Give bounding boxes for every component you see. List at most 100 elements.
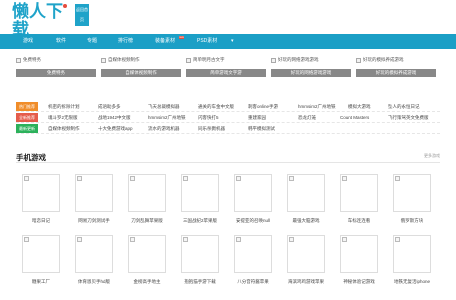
app-thumbnail bbox=[22, 235, 60, 273]
broken-image-icon bbox=[130, 176, 135, 181]
app-name: 俄罗斯方块 bbox=[400, 218, 424, 223]
recommend-row-new: 全新推荐 魂斗罗2无限版 战地1942中文版 hmmsim2广州地铁 闪客快打5… bbox=[16, 112, 440, 123]
nav-item-topics[interactable]: 专题 bbox=[87, 34, 97, 49]
tag-hot: 热门推荐 bbox=[16, 102, 38, 111]
app-thumbnail bbox=[128, 174, 166, 212]
recommend-row-hot: 热门推荐 机密的拆除计划 成语助多多 飞天总裁模拟器 通关的车金中文版 刺客on… bbox=[16, 101, 440, 112]
app-card[interactable]: 糖果工厂 bbox=[22, 235, 60, 285]
header: 懒人下载 WWW.LANRENTAO.COM 返回首页 bbox=[0, 0, 456, 44]
app-name: 体育恩贝手hd版 bbox=[77, 279, 110, 284]
app-thumbnail bbox=[287, 235, 325, 273]
ad-label: 免费特务 bbox=[16, 69, 96, 77]
app-thumbnail bbox=[75, 235, 113, 273]
recommend-link[interactable]: 模拟大游戏 bbox=[348, 101, 371, 112]
broken-image-icon bbox=[236, 176, 241, 181]
broken-image-icon bbox=[101, 57, 106, 63]
recommend-link[interactable]: 韩平模拟测试 bbox=[248, 123, 275, 134]
app-name: 糖果工厂 bbox=[32, 279, 50, 284]
app-name: 海滨鸡鸡游戏苹果 bbox=[288, 279, 324, 284]
recommend-link[interactable]: 飞天总裁模拟器 bbox=[148, 101, 180, 112]
app-card[interactable]: 八分音符酱苹果 bbox=[234, 235, 272, 285]
app-card[interactable]: 海滨鸡鸡游戏苹果 bbox=[287, 235, 325, 285]
broken-image-icon bbox=[395, 237, 400, 242]
recommend-link[interactable]: 十大免费游戏app bbox=[98, 123, 133, 134]
home-badge-button[interactable]: 返回首页 bbox=[75, 4, 89, 26]
app-card[interactable]: 车标连连看 bbox=[340, 174, 378, 224]
app-name: 安提亚的召唤null bbox=[235, 218, 270, 223]
nav-item-games[interactable]: 游戏 bbox=[23, 34, 33, 49]
new-badge: new bbox=[179, 36, 184, 39]
broken-image-icon bbox=[271, 57, 276, 63]
nav-item-materials[interactable]: 装备素材 bbox=[155, 34, 175, 49]
logo-dot-icon bbox=[63, 4, 67, 8]
app-card[interactable]: 金榜高手地主 bbox=[128, 235, 166, 285]
app-name: 车标连连看 bbox=[347, 218, 371, 223]
app-thumbnail bbox=[340, 174, 378, 212]
recommend-link[interactable]: 自媒体视频制作 bbox=[48, 123, 80, 134]
app-thumbnail bbox=[128, 235, 166, 273]
nav-item-rankings[interactable]: 排行榜 bbox=[118, 34, 133, 49]
recommend-link[interactable]: 闪客快打5 bbox=[198, 112, 219, 123]
broken-image-icon bbox=[24, 176, 29, 181]
ad-label: 好玩的模拟养成游戏 bbox=[356, 69, 436, 77]
recommend-link[interactable]: 流水的游戏机器 bbox=[148, 123, 180, 134]
recommend-link[interactable]: hmmsim2广州地铁 bbox=[148, 112, 186, 123]
ad-banner[interactable]: 自媒体视频制作 自媒体视频制作 bbox=[101, 57, 181, 81]
ad-label: 好玩的网络游戏游戏 bbox=[271, 69, 351, 77]
recommend-link[interactable]: 成语助多多 bbox=[98, 101, 121, 112]
broken-image-icon bbox=[24, 237, 29, 242]
broken-image-icon bbox=[356, 57, 361, 63]
nav-item-software[interactable]: 软件 bbox=[56, 34, 66, 49]
broken-image-icon bbox=[342, 176, 347, 181]
recommend-link[interactable]: hmmsim2广州地铁 bbox=[298, 101, 336, 112]
recommend-link[interactable]: Count Masters bbox=[340, 112, 369, 123]
nav-more-caret-icon[interactable]: ▾ bbox=[231, 34, 234, 49]
app-card[interactable]: 神秘体验记游戏 bbox=[340, 235, 378, 285]
ad-banner[interactable]: 简单明月古文字 简单游戏文字游 bbox=[186, 57, 266, 81]
recommend-list: 热门推荐 机密的拆除计划 成语助多多 飞天总裁模拟器 通关的车金中文版 刺客on… bbox=[16, 101, 440, 134]
app-card[interactable]: 刀剑乱舞苹果版 bbox=[128, 174, 166, 224]
ad-banner[interactable]: 好玩的模拟养成游戏 好玩的模拟养成游戏 bbox=[356, 57, 436, 81]
recommend-link[interactable]: 同乐杀戮机器 bbox=[198, 123, 225, 134]
recommend-link[interactable]: 机密的拆除计划 bbox=[48, 101, 80, 112]
broken-image-icon bbox=[130, 237, 135, 242]
recommend-link[interactable]: 飞行策驾英文免费版 bbox=[388, 112, 429, 123]
app-thumbnail bbox=[393, 235, 431, 273]
app-card[interactable]: 三国战纪2苹果版 bbox=[181, 174, 219, 224]
broken-image-icon bbox=[236, 237, 241, 242]
app-name: 抱抱猫手游下载 bbox=[184, 279, 216, 284]
ad-alt-text: 好玩的网络游戏游戏 bbox=[278, 57, 319, 62]
broken-image-icon bbox=[16, 57, 21, 63]
ad-banner[interactable]: 好玩的网络游戏游戏 好玩的网络游戏游戏 bbox=[271, 57, 351, 81]
ad-image: 好玩的网络游戏游戏 bbox=[271, 57, 351, 63]
app-name: 刀剑乱舞苹果版 bbox=[131, 218, 163, 223]
recommend-link[interactable]: 刺客online手游 bbox=[248, 101, 278, 112]
app-card[interactable]: 体育恩贝手hd版 bbox=[75, 235, 113, 285]
recommend-link[interactable]: 恐龙灯笼 bbox=[298, 112, 316, 123]
app-card[interactable]: 安提亚的召唤null bbox=[234, 174, 272, 224]
app-thumbnail bbox=[340, 235, 378, 273]
ad-alt-text: 简单明月古文字 bbox=[193, 57, 225, 62]
site-logo[interactable]: 懒人下载 WWW.LANRENTAO.COM bbox=[12, 3, 76, 44]
main-nav: 游戏 软件 专题 排行榜 装备素材 new PSD素材 ▾ bbox=[0, 34, 456, 49]
recommend-link[interactable]: 通关的车金中文版 bbox=[198, 101, 234, 112]
recommend-link[interactable]: 魂斗罗2无限版 bbox=[48, 112, 78, 123]
ad-banner[interactable]: 免费特务 免费特务 bbox=[16, 57, 96, 81]
broken-image-icon bbox=[289, 176, 294, 181]
app-card[interactable]: 最强大脑游戏 bbox=[287, 174, 325, 224]
app-thumbnail bbox=[181, 235, 219, 273]
app-card[interactable]: 网易刀剑测试手 bbox=[75, 174, 113, 224]
app-card[interactable]: 暗恋日记 bbox=[22, 174, 60, 224]
recommend-link[interactable]: 战地1942中文版 bbox=[98, 112, 131, 123]
ad-image: 免费特务 bbox=[16, 57, 96, 63]
ad-label: 简单游戏文字游 bbox=[186, 69, 266, 77]
broken-image-icon bbox=[395, 176, 400, 181]
recommend-link[interactable]: 重建家园 bbox=[248, 112, 266, 123]
more-link[interactable]: 更多游戏 bbox=[424, 153, 440, 159]
app-card[interactable]: 地铁无复活iphone bbox=[393, 235, 431, 285]
nav-item-psd[interactable]: PSD素材 bbox=[197, 34, 217, 49]
ad-image: 简单明月古文字 bbox=[186, 57, 266, 63]
app-card[interactable]: 抱抱猫手游下载 bbox=[181, 235, 219, 285]
app-card[interactable]: 俄罗斯方块 bbox=[393, 174, 431, 224]
recommend-link[interactable]: 坠人的永恒日记 bbox=[388, 101, 420, 112]
